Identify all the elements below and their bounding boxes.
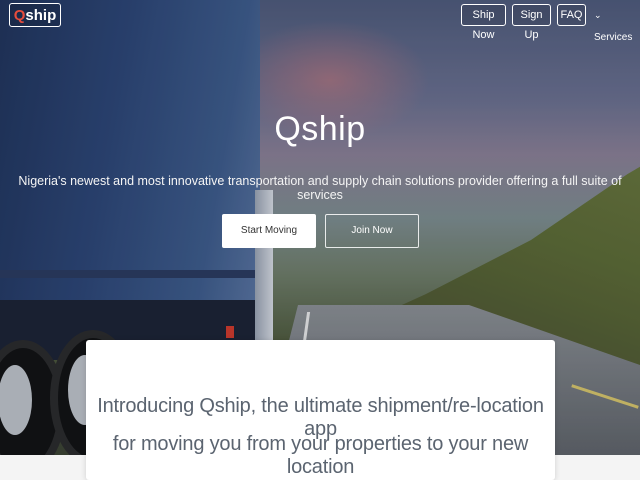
services-label: Services: [594, 32, 633, 43]
sign-up-button[interactable]: Sign Up: [512, 4, 551, 41]
qship-logo[interactable]: Qship: [9, 3, 61, 27]
intro-line-2: for moving you from your properties to y…: [112, 433, 529, 478]
hero-title: Qship: [274, 110, 366, 148]
logo-text: ship: [25, 7, 57, 24]
faq-button[interactable]: FAQ: [557, 4, 586, 26]
hero-tagline: Nigeria's newest and most innovative tra…: [18, 174, 622, 202]
start-moving-button[interactable]: Start Moving: [222, 214, 316, 248]
join-now-button[interactable]: Join Now: [325, 214, 419, 248]
services-menu[interactable]: ⌄ Services: [594, 4, 640, 43]
logo-q: Q: [13, 7, 26, 24]
intro-card: Introducing Qship, the ultimate shipment…: [86, 340, 555, 480]
chevron-down-icon: ⌄: [594, 10, 602, 20]
ship-now-button[interactable]: Ship Now: [461, 4, 506, 41]
